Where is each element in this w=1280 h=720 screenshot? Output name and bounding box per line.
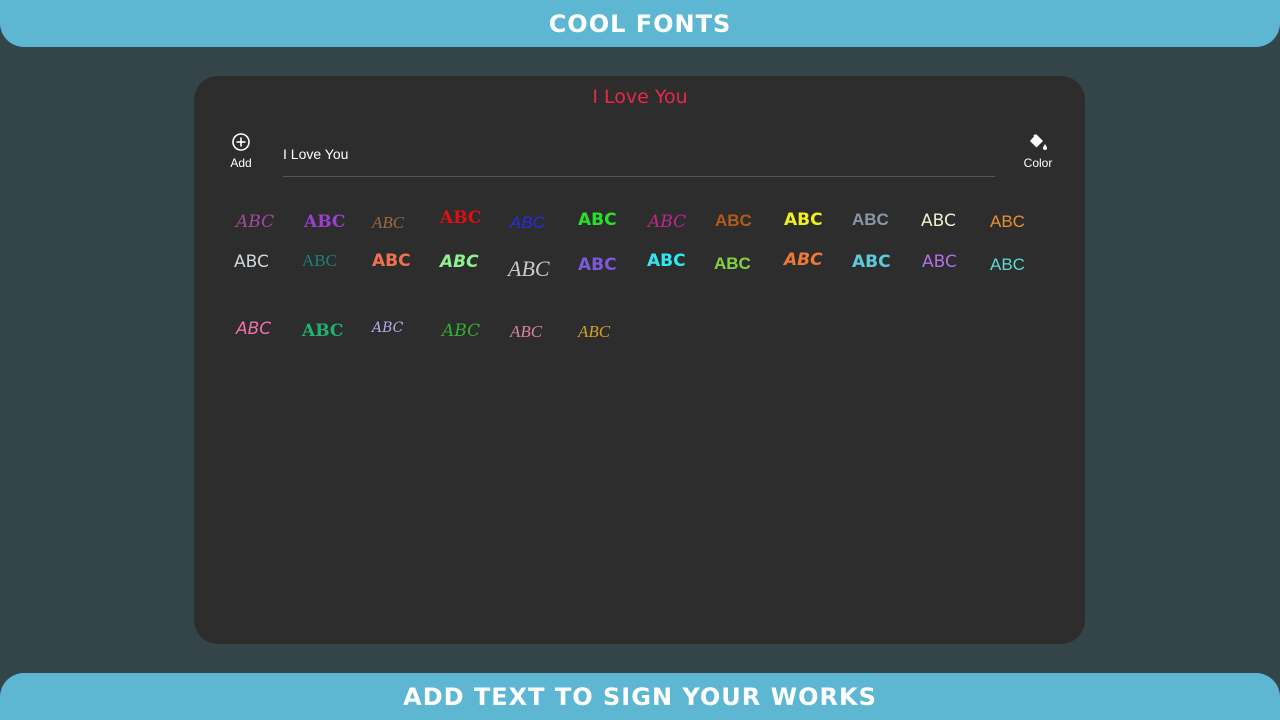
header-banner: COOL FONTS	[0, 0, 1280, 47]
color-button[interactable]: Color	[1020, 132, 1056, 170]
font-option[interactable]: ABC	[372, 214, 404, 231]
font-option[interactable]: ABC	[510, 323, 542, 340]
font-option[interactable]: ABC	[234, 254, 269, 271]
font-option[interactable]: ABC	[372, 321, 403, 335]
color-label: Color	[1023, 156, 1053, 170]
font-option[interactable]: ABC	[990, 256, 1025, 273]
font-option[interactable]: ABC	[714, 255, 751, 272]
font-option[interactable]: ABC	[304, 214, 345, 231]
font-option[interactable]: ABC	[372, 253, 411, 270]
text-input[interactable]	[283, 136, 995, 177]
font-option[interactable]: ABC	[578, 323, 610, 340]
font-option[interactable]: ABC	[647, 253, 686, 270]
paint-bucket-icon	[1030, 134, 1047, 150]
font-option[interactable]: ABC	[510, 214, 545, 231]
font-option[interactable]: ABC	[508, 258, 550, 280]
add-button[interactable]: Add	[227, 132, 255, 170]
font-option[interactable]: ABC	[648, 214, 686, 231]
font-option[interactable]: ABC	[852, 211, 889, 228]
font-option[interactable]: ABC	[922, 254, 957, 271]
footer-tagline: ADD TEXT TO SIGN YOUR WORKS	[403, 682, 877, 711]
font-option[interactable]: ABC	[440, 210, 481, 227]
preview-text: I Love You	[592, 86, 688, 108]
add-label: Add	[230, 156, 252, 170]
font-option[interactable]: ABC	[578, 212, 617, 229]
font-option[interactable]: ABC	[784, 212, 823, 229]
font-option[interactable]: ABC	[784, 252, 823, 269]
font-option[interactable]: ABC	[302, 252, 337, 269]
font-option[interactable]: ABC	[852, 254, 891, 271]
font-option[interactable]: ABC	[236, 321, 271, 338]
app-title: COOL FONTS	[548, 9, 732, 38]
font-option[interactable]: ABC	[990, 213, 1025, 230]
font-option[interactable]: ABC	[578, 257, 617, 274]
font-option[interactable]: ABC	[442, 323, 480, 340]
plus-circle-icon	[232, 133, 250, 151]
footer-banner: ADD TEXT TO SIGN YOUR WORKS	[0, 673, 1280, 720]
font-option[interactable]: ABC	[440, 254, 479, 271]
font-option[interactable]: ABC	[302, 323, 343, 340]
font-option[interactable]: ABC	[921, 213, 956, 230]
font-option[interactable]: ABC	[715, 212, 752, 229]
font-option[interactable]: ABC	[236, 214, 274, 231]
